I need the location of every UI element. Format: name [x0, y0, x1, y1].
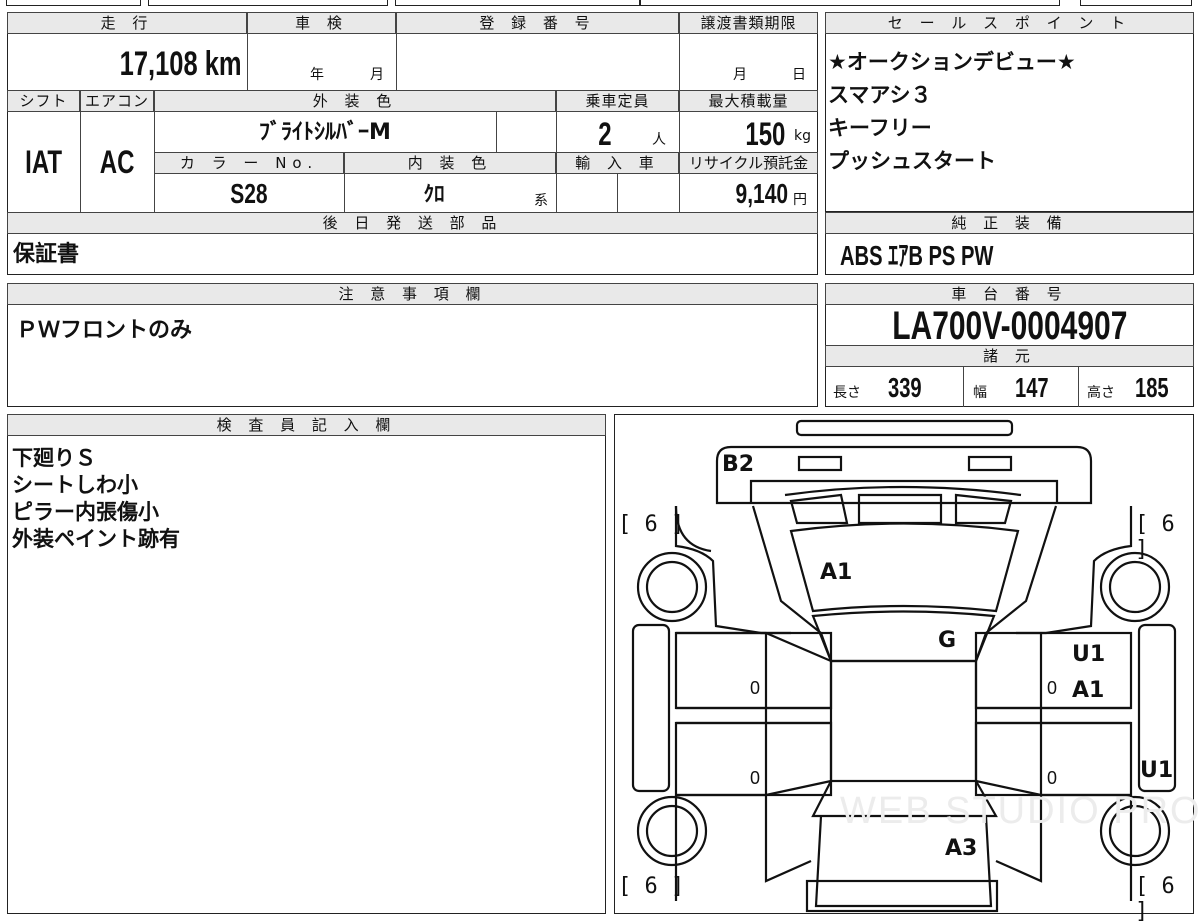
specs-label: 諸 元: [825, 345, 1194, 367]
color-no-value: S28: [230, 178, 268, 209]
inspector-note-line: ピラー内張傷小: [12, 500, 159, 524]
import-label: 輸 入 車: [556, 152, 679, 174]
mileage-label: 走 行: [7, 12, 247, 34]
door-zero-mark: 0: [750, 768, 761, 788]
later-parts-label: 後 日 発 送 部 品: [7, 212, 818, 234]
inspection-month: 月: [370, 67, 384, 83]
width-label: 幅: [973, 385, 987, 401]
max-load-label: 最大積載量: [679, 90, 818, 112]
genuine-equipment-label: 純 正 装 備: [825, 212, 1194, 234]
chassis-number-value: LA700V-0004907: [891, 304, 1128, 348]
height-value: 185: [1135, 372, 1169, 403]
damage-mark-u1-door: U1: [1072, 642, 1106, 667]
length-value: 339: [888, 372, 922, 403]
max-load-value: 150: [744, 116, 785, 152]
transfer-month: 月: [733, 67, 747, 83]
inspection-label: 車 検: [247, 12, 396, 34]
chassis-number-label: 車 台 番 号: [825, 283, 1194, 305]
genuine-equipment-value: ABS ｴｱB PS PW: [840, 240, 994, 271]
capacity-unit: 人: [652, 132, 666, 148]
registration-label: 登 録 番 号: [396, 12, 679, 34]
transfer-day: 日: [792, 67, 806, 83]
damage-mark-b2: B2: [722, 452, 755, 477]
damage-mark-a1-hood: A1: [820, 560, 853, 585]
notes-value: ＰＷフロントのみ: [16, 318, 193, 343]
tire-tread-rear-left: [ 6 ]: [618, 874, 685, 899]
width-value: 147: [1015, 372, 1049, 403]
sales-points-label: セ ー ル ス ポ イ ン ト: [825, 12, 1194, 34]
recycle-fee-label: リサイクル預託金: [679, 152, 818, 174]
max-load-unit: kg: [794, 128, 811, 144]
watermark: WEB STUDIO PRO: [840, 790, 1200, 832]
damage-mark-a3: A3: [945, 836, 978, 861]
sales-point-item: スマアシ３: [828, 83, 932, 107]
exterior-color-value: ﾌﾞﾗｲﾄｼﾙﾊﾞｰM: [259, 120, 391, 145]
mileage-value: 17,108 km: [120, 45, 242, 83]
door-zero-mark: 0: [1047, 678, 1058, 698]
color-no-label: カ ラ ー No.: [154, 152, 344, 174]
tire-tread-rear-right: [ 6 ]: [1135, 874, 1175, 924]
exterior-color-label: 外 装 色: [154, 90, 556, 112]
shift-value: IAT: [25, 144, 62, 180]
damage-mark-a1-door: A1: [1072, 678, 1105, 703]
length-label: 長さ: [833, 385, 861, 401]
inspector-notes-label: 検 査 員 記 入 欄: [7, 414, 606, 436]
door-zero-mark: 0: [750, 678, 761, 698]
interior-color-suffix: 系: [534, 193, 548, 209]
later-parts-value: 保証書: [13, 242, 80, 267]
interior-color-label: 内 装 色: [344, 152, 556, 174]
damage-mark-g-windshield: G: [938, 628, 957, 653]
tire-tread-front-left: [ 6 ]: [618, 512, 685, 537]
height-label: 高さ: [1087, 385, 1115, 401]
car-outline-diagram: [631, 419, 1177, 913]
capacity-value: 2: [598, 116, 612, 152]
inspector-note-line: シートしわ小: [12, 473, 138, 497]
shift-label: シフト: [7, 90, 80, 112]
sales-point-item: ★オークションデビュー★: [828, 50, 1076, 74]
car-diagram-panel: [614, 414, 1194, 914]
capacity-label: 乗車定員: [556, 90, 679, 112]
inspector-note-line: 下廻りＳ: [12, 446, 96, 470]
interior-color-value: ｸﾛ: [423, 182, 445, 206]
sales-point-item: プッシュスタート: [828, 149, 996, 173]
door-zero-mark: 0: [1047, 768, 1058, 788]
inspector-note-line: 外装ペイント跡有: [12, 527, 180, 551]
inspection-year: 年: [310, 67, 324, 83]
ac-label: エアコン: [80, 90, 154, 112]
recycle-fee-value: 9,140: [735, 178, 788, 209]
transfer-deadline-label: 譲渡書類期限: [679, 12, 818, 34]
damage-mark-u1-side: U1: [1140, 758, 1174, 783]
ac-value: AC: [99, 144, 135, 180]
recycle-fee-unit: 円: [793, 192, 807, 208]
top-cutoff-strip: [0, 0, 1200, 8]
notes-label: 注 意 事 項 欄: [7, 283, 818, 305]
sales-point-item: キーフリー: [828, 116, 932, 140]
tire-tread-front-right: [ 6 ]: [1135, 512, 1175, 562]
